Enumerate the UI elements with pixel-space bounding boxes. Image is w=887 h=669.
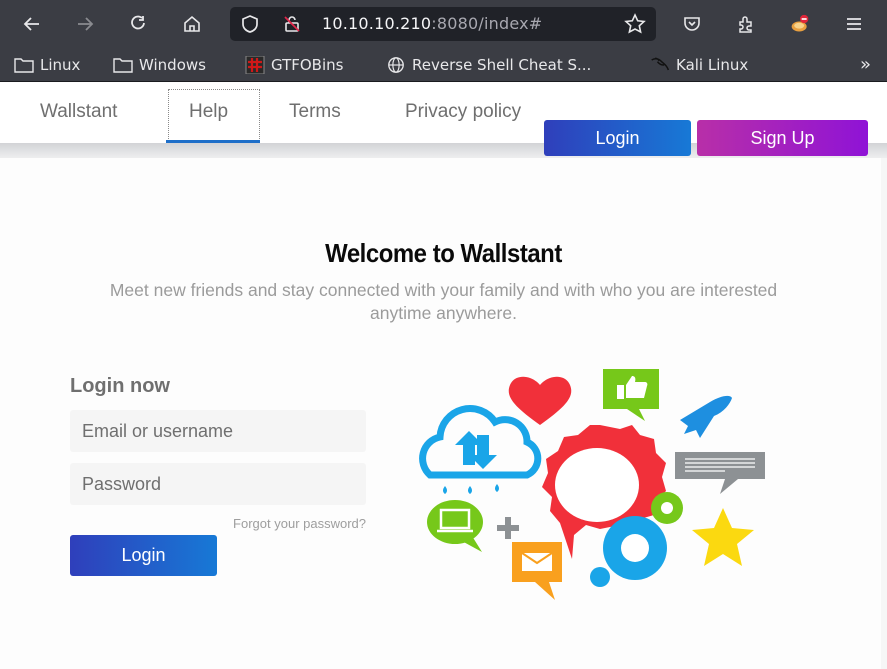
bookmark-reverse-shell[interactable]: Reverse Shell Cheat S... xyxy=(386,55,591,75)
profile-icon xyxy=(791,14,809,32)
password-field[interactable] xyxy=(70,463,366,505)
forgot-password-link[interactable]: Forgot your password? xyxy=(70,516,366,531)
heart-icon xyxy=(508,376,572,425)
forward-icon xyxy=(78,17,94,31)
folder-icon xyxy=(113,58,133,73)
bookmarks-overflow-button[interactable]: » xyxy=(860,54,871,75)
nav-link-privacy-policy[interactable]: Privacy policy xyxy=(405,101,521,123)
browser-toolbar: 10.10.10.210:8080/index# xyxy=(0,0,887,48)
bookmark-label: Windows xyxy=(139,56,206,74)
kali-dragon-icon xyxy=(651,57,670,71)
bookmark-label: GTFOBins xyxy=(271,56,344,74)
plus-icon xyxy=(497,517,519,539)
globe-icon xyxy=(388,57,404,73)
small-gear-icon xyxy=(651,492,683,524)
url-text[interactable]: 10.10.10.210:8080/index# xyxy=(322,14,542,33)
profile-button[interactable] xyxy=(786,10,814,38)
shield-icon[interactable] xyxy=(240,14,260,34)
home-button[interactable] xyxy=(178,10,206,38)
forward-button[interactable] xyxy=(71,10,99,38)
bookmark-windows[interactable]: Windows xyxy=(113,55,206,75)
page-title: Welcome to Wallstant xyxy=(325,238,562,268)
reload-button[interactable] xyxy=(124,10,152,38)
bookmark-label: Kali Linux xyxy=(676,56,749,74)
menu-icon xyxy=(847,18,861,30)
home-icon xyxy=(184,15,200,32)
gtfobins-icon xyxy=(245,56,265,74)
like-bubble-icon xyxy=(603,369,659,421)
bookmarks-bar: Linux Windows GTFOBins Reverse Shell Che… xyxy=(0,48,887,82)
extensions-icon xyxy=(739,16,752,33)
reload-icon xyxy=(131,15,145,30)
bookmark-kali-linux[interactable]: Kali Linux xyxy=(650,55,748,75)
back-button[interactable] xyxy=(18,10,46,38)
insecure-lock-icon[interactable] xyxy=(282,14,302,34)
email-field[interactable] xyxy=(70,410,366,452)
cloud-sync-icon xyxy=(419,405,542,494)
login-form-title: Login now xyxy=(70,375,170,397)
star-icon xyxy=(692,508,754,566)
pocket-button[interactable] xyxy=(678,10,706,38)
pocket-icon xyxy=(684,17,700,31)
url-host: 10.10.10.210 xyxy=(322,14,432,33)
nav-signup-button[interactable]: Sign Up xyxy=(697,120,868,156)
laptop-bubble-icon xyxy=(427,500,483,552)
bookmark-linux[interactable]: Linux xyxy=(14,55,80,75)
extensions-button[interactable] xyxy=(732,10,760,38)
nav-link-wallstant[interactable]: Wallstant xyxy=(40,101,117,123)
nav-link-terms[interactable]: Terms xyxy=(289,101,341,123)
nav-link-help[interactable]: Help xyxy=(189,101,228,123)
comment-bubble-icon xyxy=(675,452,765,494)
bookmark-label: Linux xyxy=(40,56,81,74)
url-bar[interactable]: 10.10.10.210:8080/index# xyxy=(230,7,656,41)
folder-icon xyxy=(14,58,34,73)
mail-bubble-icon xyxy=(512,542,562,600)
page-subtitle: Meet new friends and stay connected with… xyxy=(109,280,778,323)
nav-login-button[interactable]: Login xyxy=(544,120,691,156)
social-illustration xyxy=(419,369,765,600)
bookmark-gtfobins[interactable]: GTFOBins xyxy=(245,55,343,75)
menu-button[interactable] xyxy=(840,10,868,38)
bookmark-star-icon[interactable] xyxy=(624,13,646,35)
tiny-gear-icon xyxy=(590,567,610,587)
url-path: :8080/index# xyxy=(431,14,543,33)
page-content: Wallstant Help Terms Privacy policy Logi… xyxy=(0,83,887,669)
blue-gear-icon xyxy=(603,516,667,580)
page-scroll-edge xyxy=(881,158,887,669)
login-submit-button[interactable]: Login xyxy=(70,535,217,576)
back-icon xyxy=(23,17,39,31)
rocket-icon xyxy=(680,395,732,438)
bookmark-label: Reverse Shell Cheat S... xyxy=(412,56,592,74)
